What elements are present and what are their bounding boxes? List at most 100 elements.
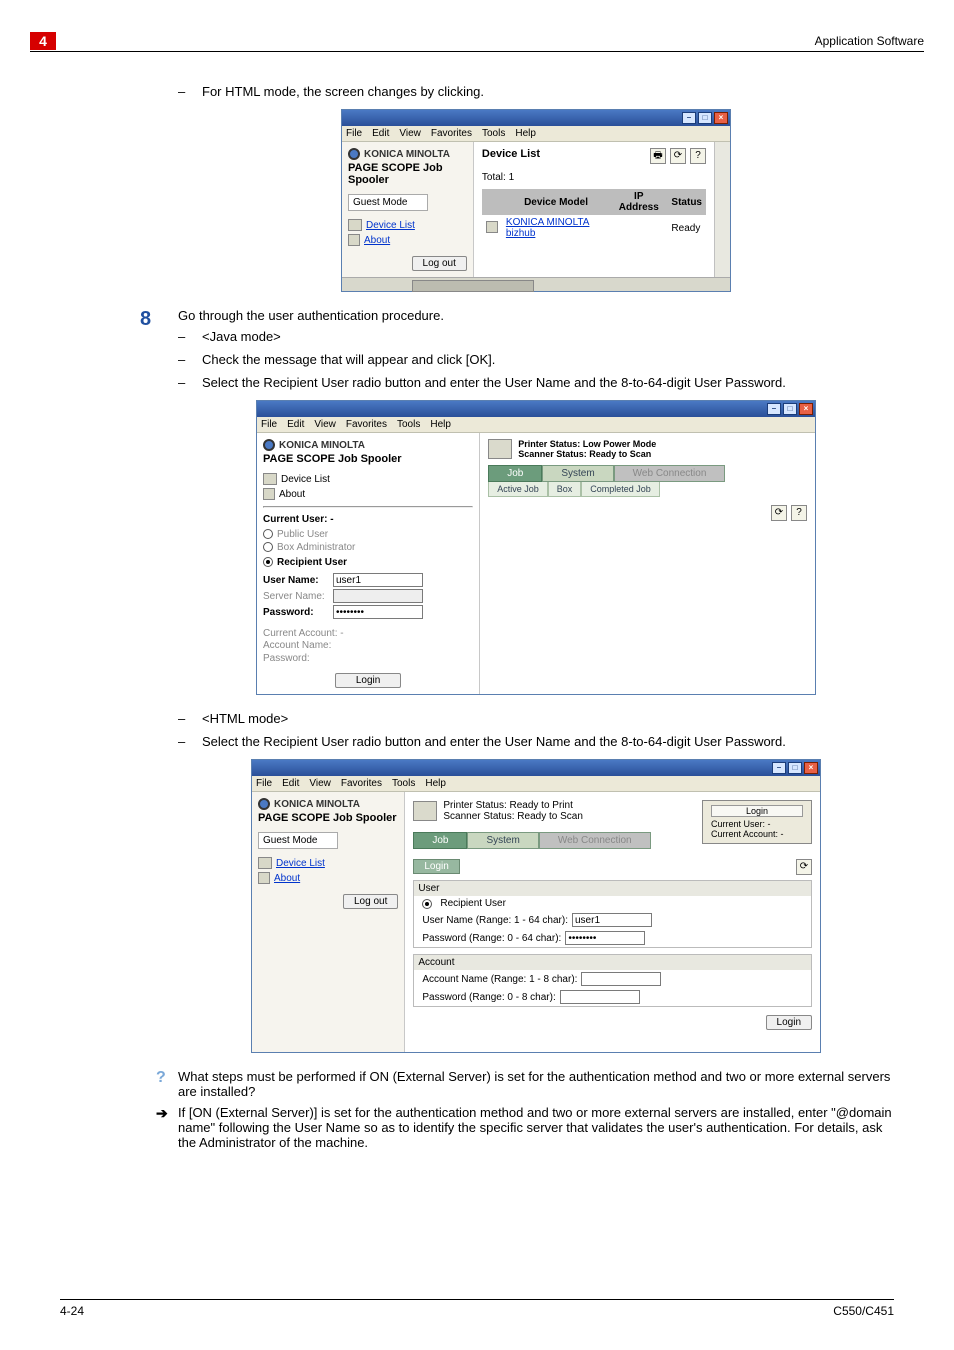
menu-edit[interactable]: Edit — [372, 128, 389, 139]
printer-icon — [488, 439, 512, 459]
brand-icon — [263, 439, 275, 451]
menu-favorites[interactable]: Favorites — [341, 778, 382, 789]
col-device-model[interactable]: Device Model — [502, 189, 610, 215]
html-mode-label: <HTML mode> — [202, 711, 288, 726]
subtab-completed-job[interactable]: Completed Job — [581, 482, 660, 497]
menu-view[interactable]: View — [314, 419, 336, 430]
menu-edit[interactable]: Edit — [287, 419, 304, 430]
radio-recipient-user[interactable] — [263, 557, 273, 567]
col-ip-address[interactable]: IP Address — [610, 189, 667, 215]
menu-file[interactable]: File — [346, 128, 362, 139]
scanner-status-value: Ready to Scan — [589, 449, 651, 459]
acct-pw-label: Password: — [263, 652, 333, 665]
server-input — [333, 589, 423, 603]
menu-favorites[interactable]: Favorites — [346, 419, 387, 430]
tab-job[interactable]: Job — [413, 832, 467, 849]
subtab-active-job[interactable]: Active Job — [488, 482, 548, 497]
menu-tools[interactable]: Tools — [392, 778, 415, 789]
java-mode-label: <Java mode> — [202, 329, 281, 344]
login-button[interactable]: Login — [335, 673, 401, 688]
badge-current-user: Current User: - — [711, 819, 771, 829]
refresh-icon[interactable]: ⟳ — [670, 148, 686, 164]
answer-text: If [ON (External Server)] is set for the… — [178, 1105, 892, 1150]
menu-favorites[interactable]: Favorites — [431, 128, 472, 139]
refresh-icon[interactable]: ⟳ — [771, 505, 787, 521]
minimize-button[interactable]: – — [682, 112, 696, 124]
radio-box-admin[interactable] — [263, 542, 273, 552]
nav-device-list[interactable]: Device List — [258, 857, 398, 869]
vertical-scrollbar[interactable] — [714, 142, 730, 277]
password-input[interactable] — [565, 931, 645, 945]
menu-help[interactable]: Help — [425, 778, 446, 789]
step-text: Go through the user authentication proce… — [178, 308, 894, 323]
minimize-button[interactable]: – — [767, 403, 781, 415]
opt-recipient-label: Recipient User — [277, 557, 347, 568]
menu-help[interactable]: Help — [515, 128, 536, 139]
menu-view[interactable]: View — [399, 128, 421, 139]
password-input[interactable] — [333, 605, 423, 619]
opt-boxadmin-label: Box Administrator — [277, 542, 355, 553]
nav-about[interactable]: About — [263, 488, 473, 500]
username-label: User Name (Range: 1 - 64 char): — [422, 915, 568, 926]
menu-edit[interactable]: Edit — [282, 778, 299, 789]
login-button[interactable]: Login — [766, 1015, 812, 1030]
menu-tools[interactable]: Tools — [482, 128, 505, 139]
maximize-button[interactable]: □ — [788, 762, 802, 774]
screenshot-java-login: – □ × File Edit View Favorites Tools Hel… — [256, 400, 816, 695]
minimize-button[interactable]: – — [772, 762, 786, 774]
account-pw-input[interactable] — [560, 990, 640, 1004]
question-text: What steps must be performed if ON (Exte… — [178, 1069, 890, 1099]
nav-about-label: About — [279, 489, 305, 500]
subtabs: Active Job Box Completed Job — [488, 482, 807, 497]
tab-web-connection: Web Connection — [614, 465, 726, 482]
nav-device-list[interactable]: Device List — [263, 473, 473, 485]
menu-file[interactable]: File — [256, 778, 272, 789]
radio-public-user[interactable] — [263, 529, 273, 539]
logout-button[interactable]: Log out — [343, 894, 398, 909]
main-panel: Device List 🖶 ⟳ ? Total: 1 Device Model … — [474, 142, 714, 277]
menu-help[interactable]: Help — [430, 419, 451, 430]
menu-tools[interactable]: Tools — [397, 419, 420, 430]
account-pw-label: Password (Range: 0 - 8 char): — [422, 992, 555, 1003]
print-icon[interactable]: 🖶 — [650, 148, 666, 164]
account-name-input[interactable] — [581, 972, 661, 986]
refresh-icon[interactable]: ⟳ — [796, 859, 812, 875]
html-mode-section: –<HTML mode> –Select the Recipient User … — [178, 711, 894, 749]
device-model-link[interactable]: KONICA MINOLTA bizhub — [502, 215, 610, 241]
close-button[interactable]: × — [799, 403, 813, 415]
username-input[interactable] — [572, 913, 652, 927]
maximize-button[interactable]: □ — [783, 403, 797, 415]
help-icon[interactable]: ? — [791, 505, 807, 521]
menu-view[interactable]: View — [309, 778, 331, 789]
brand-text: KONICA MINOLTA — [274, 799, 360, 810]
intro-bullet: – For HTML mode, the screen changes by c… — [178, 84, 894, 99]
close-button[interactable]: × — [714, 112, 728, 124]
java-mode-line2: Check the message that will appear and c… — [202, 352, 495, 367]
status-panel: Printer Status: Low Power Mode Scanner S… — [480, 433, 815, 694]
tab-system[interactable]: System — [542, 465, 613, 482]
window-body: KONICA MINOLTA PAGE SCOPE Job Spooler Gu… — [342, 142, 730, 277]
table-row[interactable]: KONICA MINOLTA bizhub Ready — [482, 215, 706, 241]
username-input[interactable] — [333, 573, 423, 587]
help-icon[interactable]: ? — [690, 148, 706, 164]
radio-recipient-user[interactable] — [422, 899, 432, 909]
spooler-title: PAGE SCOPE Job Spooler — [263, 453, 473, 465]
logout-button[interactable]: Log out — [412, 256, 467, 271]
nav-about[interactable]: About — [348, 234, 467, 246]
nav-device-list[interactable]: Device List — [348, 219, 467, 231]
col-status[interactable]: Status — [667, 189, 706, 215]
user-box: User Recipient User User Name (Range: 1 … — [413, 880, 812, 948]
nav-about[interactable]: About — [258, 872, 398, 884]
list-icon — [263, 473, 277, 485]
account-box: Account Account Name (Range: 1 - 8 char)… — [413, 954, 812, 1007]
info-icon — [258, 872, 270, 884]
menu-file[interactable]: File — [261, 419, 277, 430]
menubar: File Edit View Favorites Tools Help — [257, 417, 815, 433]
horizontal-scrollbar[interactable] — [342, 277, 730, 291]
login-section-label: Login — [413, 859, 459, 874]
subtab-box[interactable]: Box — [548, 482, 582, 497]
tab-job[interactable]: Job — [488, 465, 542, 482]
maximize-button[interactable]: □ — [698, 112, 712, 124]
close-button[interactable]: × — [804, 762, 818, 774]
tab-system[interactable]: System — [467, 832, 538, 849]
